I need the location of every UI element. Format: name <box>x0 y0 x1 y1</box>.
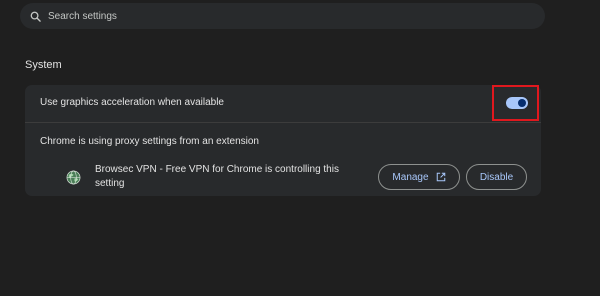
manage-button[interactable]: Manage <box>378 164 460 190</box>
graphics-acceleration-row[interactable]: Use graphics acceleration when available <box>25 85 541 123</box>
search-icon <box>30 11 41 22</box>
disable-button[interactable]: Disable <box>466 164 527 190</box>
manage-label: Manage <box>392 171 429 183</box>
section-title: System <box>25 59 62 71</box>
graphics-acceleration-label: Use graphics acceleration when available <box>40 97 224 108</box>
proxy-settings-title: Chrome is using proxy settings from an e… <box>40 136 259 147</box>
toggle-knob <box>518 99 526 107</box>
open-in-new-icon <box>436 172 445 182</box>
graphics-acceleration-toggle[interactable] <box>506 97 528 109</box>
search-input[interactable] <box>46 9 510 23</box>
search-bar[interactable] <box>20 3 545 29</box>
system-settings-card: Use graphics acceleration when available… <box>25 85 541 196</box>
disable-label: Disable <box>479 171 514 183</box>
extension-control-text: Browsec VPN - Free VPN for Chrome is con… <box>95 164 339 189</box>
globe-icon <box>66 170 81 190</box>
